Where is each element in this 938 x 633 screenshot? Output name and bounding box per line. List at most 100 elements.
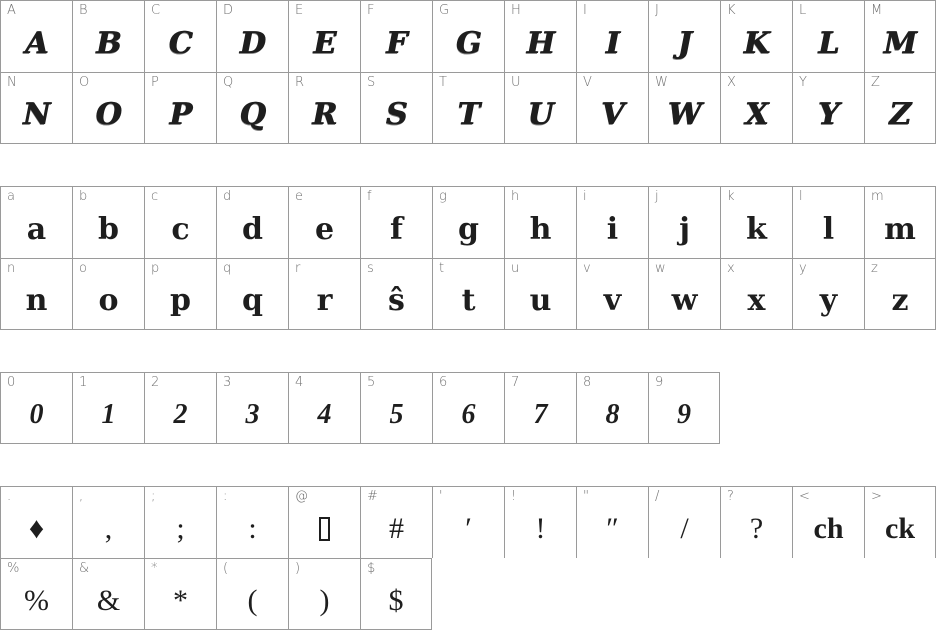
glyph-preview: 8 <box>605 398 620 430</box>
glyph-preview: ŝ <box>388 283 405 318</box>
glyph-preview: 7 <box>533 398 548 430</box>
glyph-preview: i <box>606 211 619 247</box>
glyph-cell: bb <box>72 186 144 258</box>
glyph-cell: ZZ <box>864 72 936 144</box>
glyph-cell: sŝ <box>360 258 432 330</box>
character-label: h <box>511 189 520 204</box>
glyph-preview: , <box>104 512 113 545</box>
glyph-cell: OO <box>72 72 144 144</box>
character-label: 7 <box>511 375 520 390</box>
glyph-preview: y <box>819 283 838 318</box>
character-label: : <box>223 489 228 504</box>
glyph-preview: ? <box>749 512 764 545</box>
glyph-preview: ′ <box>465 512 472 545</box>
glyph-preview: L <box>817 25 840 61</box>
glyph-preview: b <box>98 211 119 247</box>
glyph-cell: kk <box>720 186 792 258</box>
glyph-cell: hh <box>504 186 576 258</box>
glyph-cell: rr <box>288 258 360 330</box>
glyph-preview: l <box>822 211 835 247</box>
character-label: ? <box>727 489 734 504</box>
character-label: ! <box>511 489 517 504</box>
punctuation-row: %% & & * *(()) $ $ <box>0 558 936 630</box>
glyph-cell: KK <box>720 0 792 72</box>
character-label: ' <box>439 489 443 504</box>
character-label: F <box>367 3 375 18</box>
glyph-preview: 2 <box>173 398 188 430</box>
glyph-preview: K <box>743 25 770 61</box>
character-label: D <box>223 3 234 18</box>
character-label: . <box>7 489 12 504</box>
glyph-cell: @ <box>288 486 360 558</box>
glyph-cell: 11 <box>72 372 144 444</box>
glyph-preview: n <box>25 283 48 318</box>
glyph-cell: PP <box>144 72 216 144</box>
glyph-preview: : <box>248 512 257 545</box>
character-label: L <box>799 3 807 18</box>
character-label: ; <box>151 489 156 504</box>
character-label: l <box>799 189 803 204</box>
glyph-cell: LL <box>792 0 864 72</box>
character-label: & <box>79 561 90 576</box>
character-label: w <box>655 261 666 276</box>
glyph-preview: H <box>526 25 555 61</box>
character-label: z <box>871 261 878 276</box>
character-label: " <box>583 489 589 504</box>
glyph-preview: X <box>744 97 769 132</box>
character-label: M <box>871 3 883 18</box>
character-label: 3 <box>223 375 232 390</box>
character-label: i <box>583 189 587 204</box>
character-label: 6 <box>439 375 448 390</box>
glyph-preview: e <box>314 211 335 247</box>
glyph-preview: W <box>667 97 702 132</box>
notdef-box-icon <box>319 517 330 541</box>
glyph-preview: B <box>95 25 122 61</box>
glyph-preview: A <box>24 25 49 61</box>
glyph-cell: mm <box>864 186 936 258</box>
glyph-cell: DD <box>216 0 288 72</box>
glyph-preview: u <box>529 283 552 318</box>
glyph-preview: E <box>313 25 336 61</box>
character-label: r <box>295 261 301 276</box>
glyph-cell: ?? <box>720 486 792 558</box>
character-label: t <box>439 261 445 276</box>
glyph-cell: JJ <box>648 0 720 72</box>
glyph-cell: xx <box>720 258 792 330</box>
character-label: k <box>727 189 735 204</box>
character-label: b <box>79 189 88 204</box>
glyph-preview: 3 <box>245 398 260 430</box>
character-label: # <box>367 489 378 504</box>
character-label: c <box>151 189 159 204</box>
glyph-cell: tt <box>432 258 504 330</box>
character-label: e <box>295 189 303 204</box>
glyph-cell: II <box>576 0 648 72</box>
glyph-preview: 1 <box>101 398 116 430</box>
lowercase-section: aabbccddeeffgghhiijjkkllmmnnooppqqrrsŝtt… <box>0 186 936 330</box>
character-label: d <box>223 189 232 204</box>
glyph-preview: 9 <box>677 398 691 430</box>
glyph-cell: NN <box>0 72 72 144</box>
lowercase-row: aabbccddeeffgghhiijjkkllmm <box>0 186 936 258</box>
character-label: 9 <box>655 375 664 390</box>
character-label: $ <box>367 561 376 576</box>
glyph-preview: r <box>316 283 333 318</box>
character-label: m <box>871 189 884 204</box>
glyph-preview: 5 <box>389 398 404 430</box>
glyph-preview: I <box>605 25 620 61</box>
character-label: * <box>151 561 158 576</box>
character-label: H <box>511 3 521 18</box>
character-label: I <box>583 3 587 18</box>
glyph-cell: 77 <box>504 372 576 444</box>
character-label: O <box>79 75 90 90</box>
glyph-cell: !! <box>504 486 576 558</box>
character-label: 4 <box>295 375 304 390</box>
glyph-cell: XX <box>720 72 792 144</box>
character-label: 2 <box>151 375 160 390</box>
glyph-cell: BB <box>72 0 144 72</box>
glyph-preview: x <box>747 283 766 318</box>
character-label: J <box>655 3 659 18</box>
glyph-cell: ,, <box>72 486 144 558</box>
glyph-preview: T <box>457 97 480 132</box>
glyph-cell: 66 <box>432 372 504 444</box>
glyph-cell: (( <box>216 558 288 630</box>
